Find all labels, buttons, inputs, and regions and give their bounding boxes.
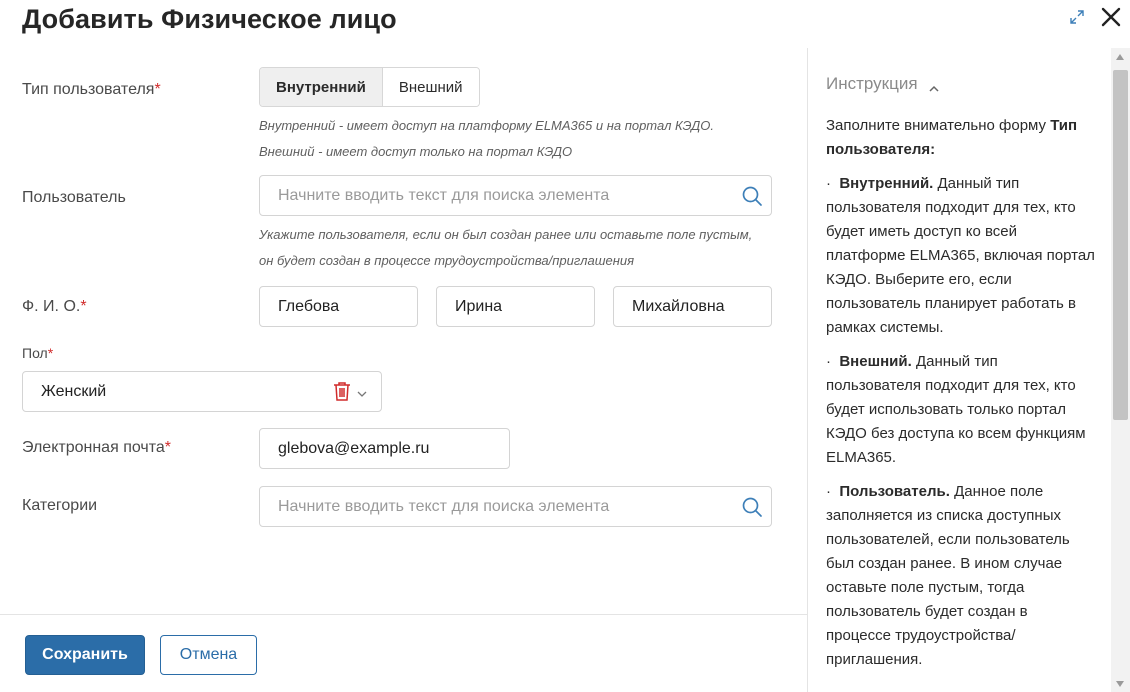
email-label-text: Электронная почта [22,439,165,456]
middle-name-input[interactable]: Михайловна [613,286,772,327]
scrollbar-thumb[interactable] [1113,70,1128,420]
first-name-input[interactable]: Ирина [436,286,595,327]
user-search-input[interactable]: Начните вводить текст для поиска элемент… [259,175,772,216]
instruction-item: · Внешний. Данный тип пользователя подхо… [826,353,1086,466]
user-type-external-option[interactable]: Внешний [381,68,479,106]
gender-select-value: Женский [41,382,107,400]
gender-select[interactable]: Женский [22,371,382,412]
cancel-button[interactable]: Отмена [160,635,257,675]
categories-search-input[interactable]: Начните вводить текст для поиска элемент… [259,486,772,527]
instruction-scrollbar[interactable] [1111,48,1130,692]
gender-label-text: Пол [22,345,48,361]
dialog-title: Добавить Физическое лицо [22,4,397,34]
user-type-hint-line2: Внешний - имеет доступ только на портал … [259,144,573,159]
user-hint-line2: он будет создан в процессе трудоустройст… [259,253,635,268]
user-type-toggle: Внутренний Внешний [259,67,480,107]
categories-search-placeholder: Начните вводить текст для поиска элемент… [278,497,610,515]
user-label: Пользователь [22,189,126,206]
save-button[interactable]: Сохранить [25,635,145,675]
instruction-body: Заполните внимательно форму Тип пользова… [826,114,1096,682]
required-mark: * [164,439,172,456]
required-mark: * [47,345,54,361]
user-type-internal-option[interactable]: Внутренний [260,68,382,106]
full-name-label: Ф. И. О.* [22,298,87,316]
instruction-intro: Заполните внимательно форму Тип пользова… [826,117,1078,158]
instruction-heading: Инструкция [826,74,918,93]
last-name-input[interactable]: Глебова [259,286,418,327]
close-icon[interactable] [1099,5,1123,29]
search-icon[interactable] [741,185,763,207]
trash-icon[interactable] [333,381,351,401]
scroll-up-arrow-icon[interactable] [1116,54,1124,60]
email-label: Электронная почта* [22,439,171,457]
gender-label: Пол* [22,345,53,361]
email-input[interactable]: glebova@example.ru [259,428,510,469]
full-name-label-text: Ф. И. О. [22,298,81,315]
chevron-up-icon [928,79,940,92]
instruction-toggle[interactable]: Инструкция [826,74,940,94]
expand-icon[interactable] [1067,7,1087,27]
user-hint-line1: Укажите пользователя, если он был создан… [259,227,753,242]
search-icon[interactable] [741,496,763,518]
instruction-divider [807,48,808,692]
user-search-placeholder: Начните вводить текст для поиска элемент… [278,186,610,204]
instruction-item: · Пользователь. Данное поле заполняется … [826,483,1070,668]
chevron-down-icon[interactable] [357,386,367,397]
user-type-label-text: Тип пользователя [22,81,155,98]
footer-divider [0,614,807,615]
instruction-item: · Внутренний. Данный тип пользователя по… [826,175,1095,336]
required-mark: * [80,298,87,315]
categories-label: Категории [22,497,98,514]
user-type-hint-line1: Внутренний - имеет доступ на платформу E… [259,118,714,133]
required-mark: * [154,81,161,98]
user-type-label: Тип пользователя* [22,81,161,99]
scroll-down-arrow-icon[interactable] [1116,681,1124,687]
